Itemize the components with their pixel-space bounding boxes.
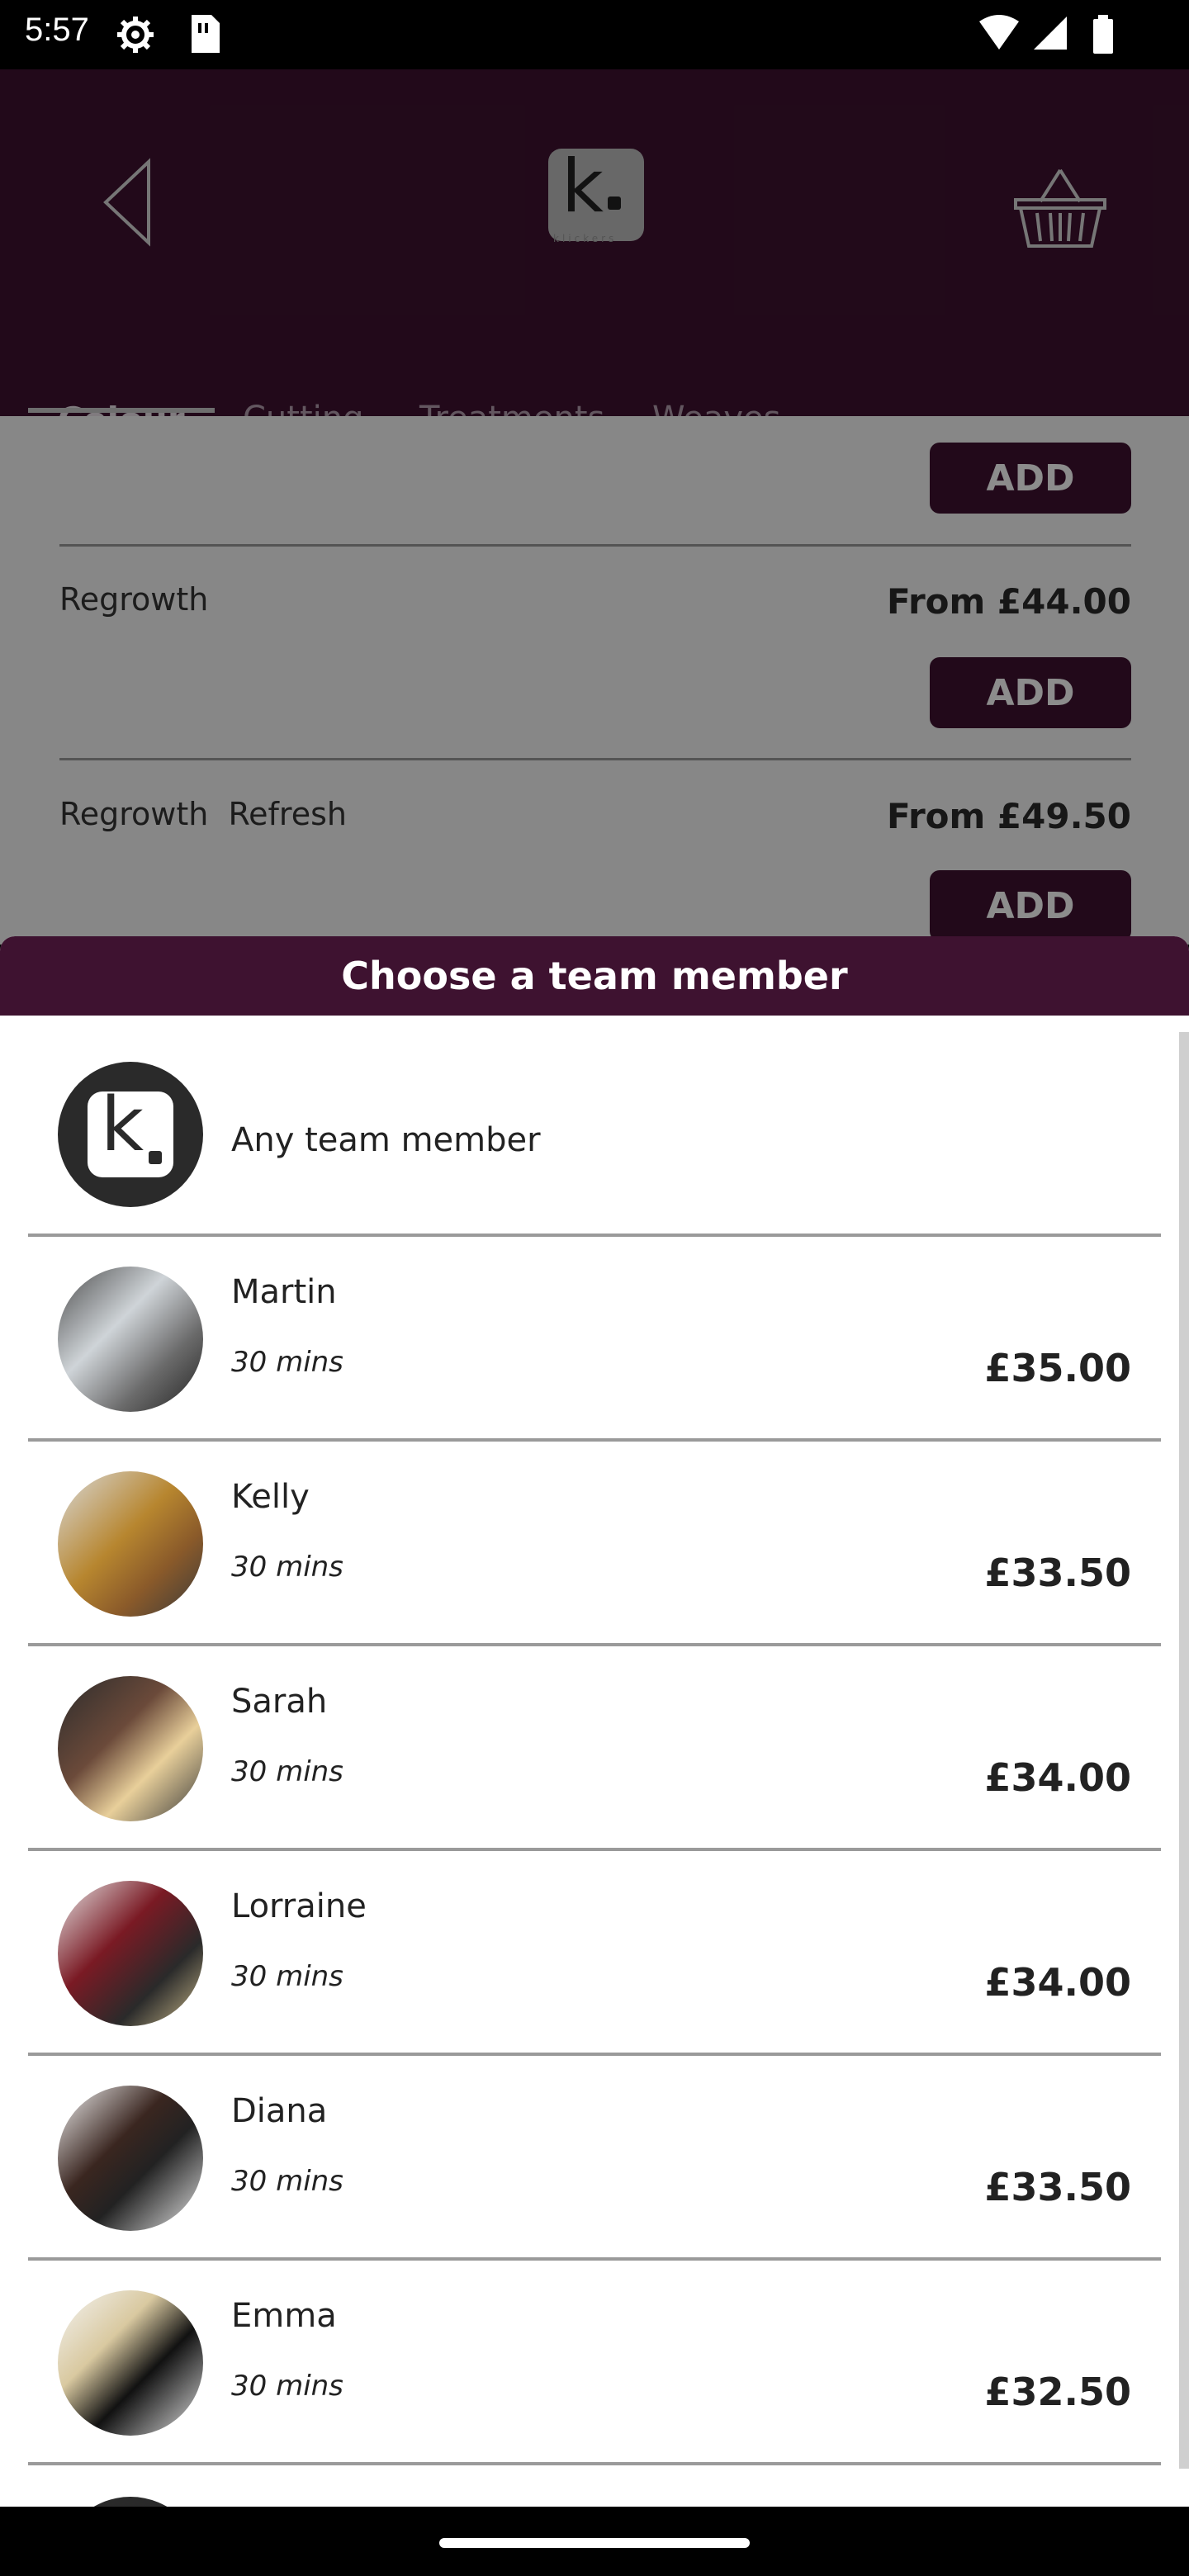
any-team-member-option[interactable]: k Any team member [28, 1032, 1161, 1237]
status-time: 5:57 [25, 12, 89, 48]
navigation-bar [0, 2507, 1189, 2576]
member-duration: 30 mins [231, 1960, 343, 1993]
avatar [58, 1267, 203, 1412]
team-member-row[interactable]: Diana 30 mins £33.50 [28, 2056, 1161, 2261]
avatar [58, 1881, 203, 2026]
member-name: Kelly [231, 1478, 310, 1516]
team-member-row[interactable]: Sarah 30 mins £34.00 [28, 1646, 1161, 1851]
team-member-row[interactable]: Martin 30 mins £35.00 [28, 1237, 1161, 1442]
sheet-title: Choose a team member [0, 936, 1189, 1016]
settings-icon [116, 15, 155, 58]
member-name: Any team member [231, 1121, 541, 1159]
scrollbar[interactable] [1179, 1032, 1189, 2469]
modal-scrim[interactable] [0, 69, 1189, 945]
member-price: £35.00 [984, 1346, 1131, 1390]
member-name: Emma [231, 2297, 337, 2335]
member-duration: 30 mins [231, 1551, 343, 1584]
avatar [58, 1471, 203, 1617]
member-price: £34.00 [984, 1960, 1131, 2005]
member-duration: 30 mins [231, 1755, 343, 1788]
team-member-sheet: Choose a team member k Any team member M… [0, 936, 1189, 2507]
member-name: Diana [231, 2092, 328, 2130]
brand-avatar-letter: k [101, 1082, 144, 1168]
home-gesture-handle[interactable] [439, 2538, 750, 2548]
row-divider [28, 2462, 1161, 2465]
member-name: Martin [231, 1273, 337, 1311]
status-bar: 5:57 [0, 0, 1189, 69]
signal-icon [1032, 15, 1068, 54]
member-price: £33.50 [984, 1551, 1131, 1595]
member-price: £34.00 [984, 1755, 1131, 1800]
sim-card-icon [188, 15, 221, 58]
team-member-row[interactable]: Kelly 30 mins £33.50 [28, 1442, 1161, 1646]
avatar [58, 1676, 203, 1821]
team-member-row[interactable]: Emma 30 mins £32.50 [28, 2261, 1161, 2465]
member-price: £32.50 [984, 2370, 1131, 2414]
team-member-row[interactable]: Lorraine 30 mins £34.00 [28, 1851, 1161, 2056]
avatar [58, 2290, 203, 2436]
battery-icon [1092, 15, 1115, 58]
member-duration: 30 mins [231, 1346, 343, 1379]
member-name: Sarah [231, 1683, 328, 1721]
avatar [58, 2086, 203, 2231]
member-duration: 30 mins [231, 2370, 343, 2403]
member-name: Lorraine [231, 1887, 367, 1925]
member-duration: 30 mins [231, 2165, 343, 2198]
brand-avatar: k [58, 1062, 203, 1207]
avatar [58, 2497, 203, 2507]
wifi-icon [978, 15, 1021, 54]
member-price: £33.50 [984, 2165, 1131, 2209]
